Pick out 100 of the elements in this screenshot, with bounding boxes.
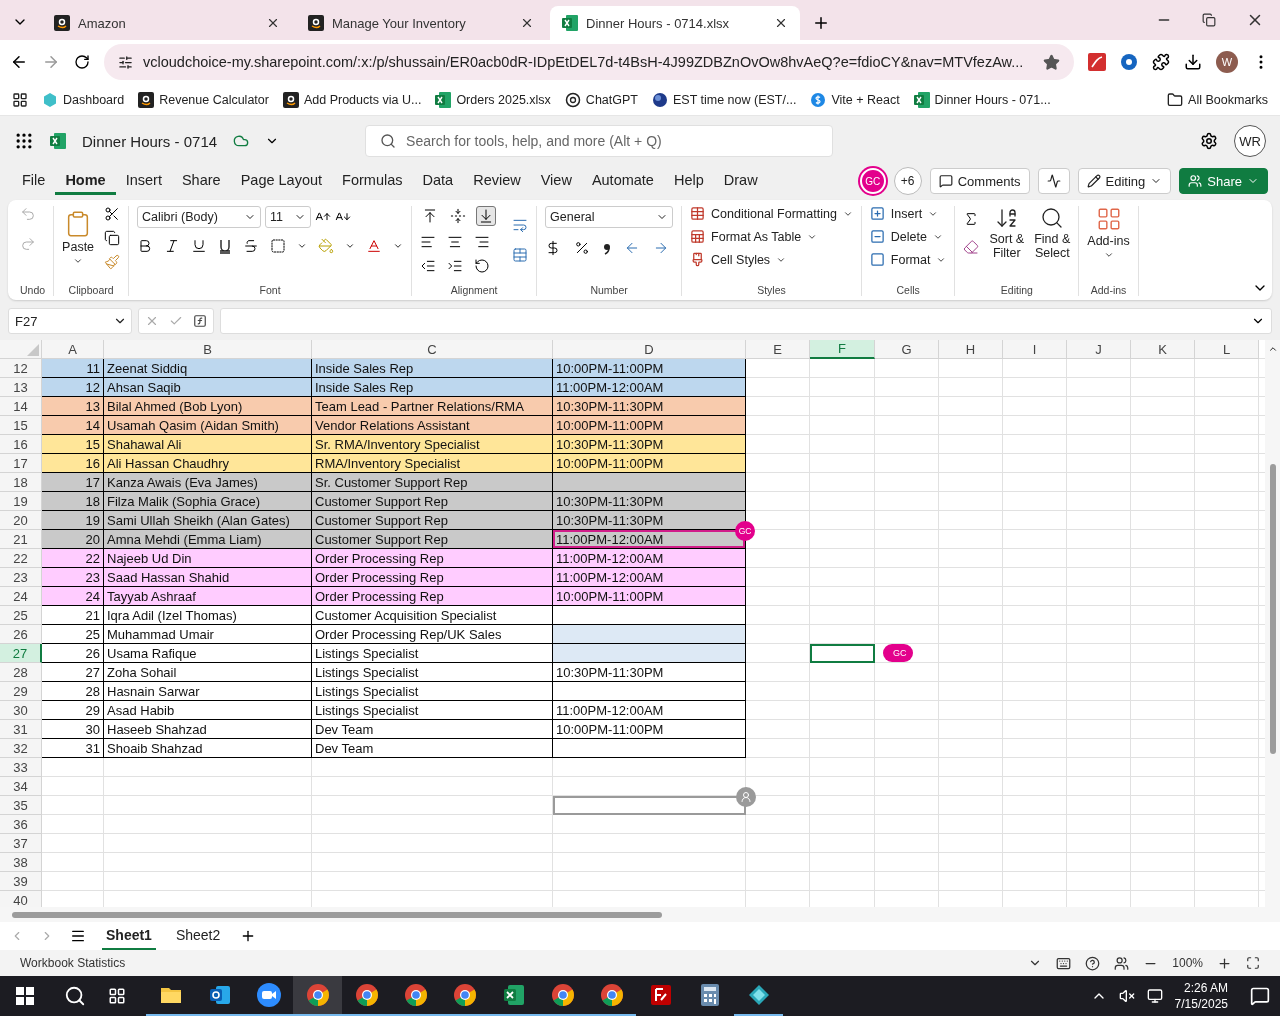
- wrap-text-icon[interactable]: [512, 217, 529, 233]
- row-header[interactable]: 31: [0, 720, 42, 739]
- orientation-icon[interactable]: [474, 258, 491, 274]
- row-header[interactable]: 17: [0, 454, 42, 473]
- extensions-icon[interactable]: [1152, 53, 1170, 71]
- row-header[interactable]: 34: [0, 777, 42, 796]
- help-icon[interactable]: [1085, 955, 1101, 971]
- settings-icon[interactable]: [1200, 132, 1218, 150]
- row-header[interactable]: 40: [0, 891, 42, 907]
- double-underline-icon[interactable]: [218, 238, 233, 254]
- browser-icon[interactable]: [452, 983, 477, 1007]
- percent-icon[interactable]: [574, 240, 591, 256]
- calculator-icon[interactable]: [698, 983, 721, 1007]
- browser-icon[interactable]: [550, 983, 575, 1007]
- taskbar-button[interactable]: [293, 976, 342, 1016]
- back-icon[interactable]: [10, 53, 28, 71]
- reload-icon[interactable]: [74, 54, 90, 70]
- row-header[interactable]: 19: [0, 492, 42, 511]
- ribbon-tab[interactable]: Formulas: [332, 167, 413, 195]
- minus-square-icon[interactable]: [869, 229, 885, 244]
- clock[interactable]: 2:26 AM 7/15/2025: [1174, 980, 1228, 1012]
- ribbon-tab[interactable]: Draw: [713, 167, 768, 195]
- search-field[interactable]: Search for tools, help, and more (Alt + Q): [365, 125, 834, 157]
- font-size-dropdown[interactable]: 11: [265, 206, 312, 228]
- decrease-indent-icon[interactable]: [420, 258, 437, 274]
- formula-input[interactable]: [220, 308, 1272, 334]
- ribbon-tab[interactable]: Data: [412, 167, 464, 195]
- column-header[interactable]: C: [312, 340, 553, 359]
- zoom-in-icon[interactable]: [1217, 955, 1232, 971]
- row-header[interactable]: 37: [0, 834, 42, 853]
- square-icon[interactable]: [869, 252, 885, 267]
- keyboard-icon[interactable]: [1056, 955, 1072, 971]
- check-icon[interactable]: [169, 314, 183, 328]
- status-text[interactable]: Workbook Statistics: [20, 956, 126, 970]
- browser-icon[interactable]: [354, 983, 379, 1007]
- extension-icon[interactable]: [1120, 53, 1138, 71]
- row-header[interactable]: 24: [0, 587, 42, 606]
- zoom-level[interactable]: 100%: [1172, 956, 1203, 970]
- row-header[interactable]: 23: [0, 568, 42, 587]
- copy-icon[interactable]: [104, 230, 121, 246]
- ribbon-tab[interactable]: Share: [171, 167, 231, 195]
- browser-icon[interactable]: [599, 983, 624, 1007]
- number-format-dropdown[interactable]: General: [545, 206, 674, 228]
- scrollbar-thumb[interactable]: [12, 911, 662, 918]
- comments-button[interactable]: Comments: [929, 168, 1030, 194]
- cell-styles-button[interactable]: Cell Styles: [690, 252, 787, 267]
- row-header[interactable]: 38: [0, 853, 42, 872]
- row-header[interactable]: 33: [0, 758, 42, 777]
- row-header[interactable]: 14: [0, 397, 42, 416]
- plus-square-icon[interactable]: [869, 206, 885, 221]
- paintbrush-icon[interactable]: [104, 254, 121, 270]
- row-header[interactable]: 32: [0, 739, 42, 758]
- add-ins-button[interactable]: Add-ins: [1087, 206, 1130, 260]
- table-icon[interactable]: [690, 206, 706, 221]
- restore-icon[interactable]: [1202, 13, 1216, 27]
- function-icon[interactable]: [193, 314, 207, 328]
- more-users-badge[interactable]: +6: [893, 167, 922, 195]
- caret-icon[interactable]: [345, 241, 356, 251]
- close-icon[interactable]: [774, 16, 788, 30]
- find-select-button[interactable]: Find & Select: [1034, 206, 1071, 260]
- font-name-dropdown[interactable]: Calibri (Body): [137, 206, 262, 228]
- video-camera-icon[interactable]: [255, 982, 282, 1008]
- browser-tab[interactable]: Dinner Hours - 0714.xlsx: [550, 6, 800, 40]
- user-avatar[interactable]: WR: [1234, 125, 1266, 157]
- brush-icon[interactable]: [690, 252, 706, 267]
- bookmark-link[interactable]: EST time now (EST/...: [672, 92, 797, 107]
- pulse-icon[interactable]: [1046, 174, 1061, 188]
- forward-icon[interactable]: [42, 53, 60, 71]
- row-header[interactable]: 22: [0, 549, 42, 568]
- row-header[interactable]: 25: [0, 606, 42, 625]
- download-icon[interactable]: [1184, 53, 1202, 71]
- network-icon[interactable]: [1146, 988, 1163, 1004]
- sheet-list-icon[interactable]: [70, 928, 86, 944]
- caret-icon[interactable]: [297, 241, 308, 251]
- row-header[interactable]: 15: [0, 416, 42, 435]
- align-center-icon[interactable]: [447, 234, 464, 250]
- font-color-icon[interactable]: [366, 238, 383, 254]
- format-as-table-button[interactable]: Format As Table: [690, 229, 818, 244]
- paste-button[interactable]: Paste: [62, 210, 95, 266]
- column-header[interactable]: F: [810, 340, 875, 359]
- mute-icon[interactable]: [1118, 988, 1135, 1004]
- spreadsheet-icon[interactable]: [501, 983, 526, 1007]
- start-icon[interactable]: [16, 987, 34, 1005]
- mail-icon[interactable]: [207, 983, 232, 1007]
- document-title[interactable]: Dinner Hours - 0714: [82, 132, 218, 150]
- row-header[interactable]: 29: [0, 682, 42, 701]
- bookmark-link[interactable]: All Bookmarks: [1188, 92, 1268, 107]
- increase-indent-icon[interactable]: [447, 258, 464, 274]
- site-settings-icon[interactable]: [118, 54, 133, 70]
- app-tile-icon[interactable]: [648, 983, 673, 1007]
- insert-button[interactable]: Insert: [869, 206, 939, 221]
- ribbon-tab[interactable]: Help: [663, 167, 714, 195]
- activity-button[interactable]: [1037, 168, 1070, 194]
- row-header[interactable]: 16: [0, 435, 42, 454]
- column-header[interactable]: D: [553, 340, 746, 359]
- row-header[interactable]: 35: [0, 796, 42, 815]
- row-header[interactable]: 30: [0, 701, 42, 720]
- user-avatar[interactable]: GC: [859, 168, 886, 194]
- underline-icon[interactable]: [191, 238, 208, 254]
- ribbon-tab[interactable]: Automate: [581, 167, 664, 195]
